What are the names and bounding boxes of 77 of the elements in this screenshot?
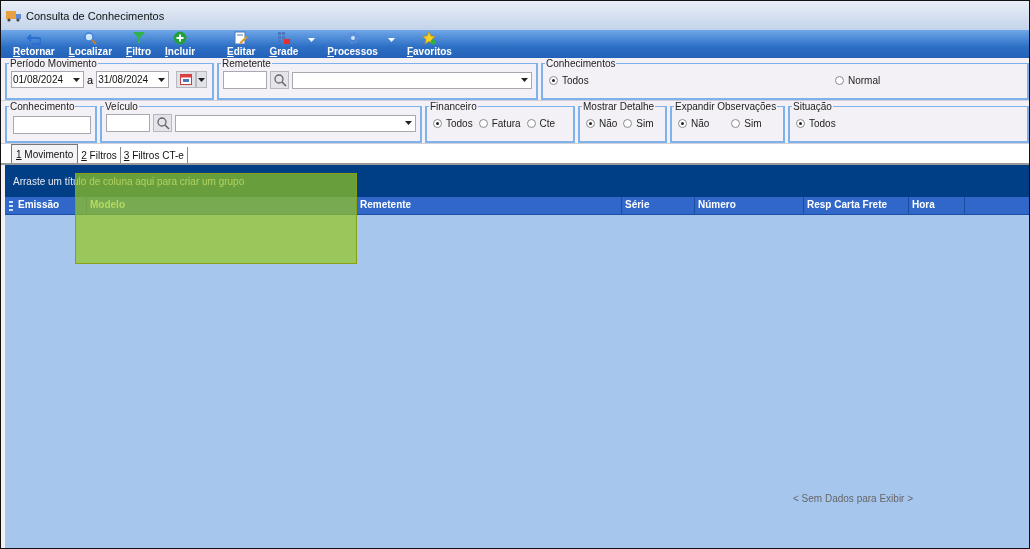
caret-icon bbox=[308, 38, 316, 42]
toolbar-button[interactable]: Processos bbox=[321, 30, 384, 58]
radio-circle[interactable] bbox=[433, 119, 442, 128]
radio-button[interactable]: Cte bbox=[526, 118, 556, 129]
group-label: Conhecimento bbox=[9, 101, 76, 112]
edit-icon bbox=[234, 31, 249, 45]
column-header[interactable]: Resp Carta Frete bbox=[804, 197, 909, 214]
radio-circle[interactable] bbox=[586, 119, 595, 128]
input-field[interactable] bbox=[106, 114, 150, 132]
tab[interactable]: 2 Filtros bbox=[78, 147, 121, 163]
radio-circle[interactable] bbox=[731, 119, 741, 128]
radio-circle[interactable] bbox=[678, 119, 687, 128]
toolbar-button[interactable]: Filtro bbox=[120, 30, 158, 58]
undo-arrow-icon bbox=[26, 31, 41, 45]
tab[interactable]: 1 Movimento bbox=[11, 144, 79, 163]
input-field[interactable] bbox=[223, 71, 267, 89]
truck-icon bbox=[6, 9, 22, 22]
radio-button[interactable]: Sim bbox=[623, 118, 654, 129]
combo-box[interactable] bbox=[292, 71, 532, 89]
radio-button[interactable]: Fatura bbox=[478, 118, 521, 129]
calendar-icon bbox=[180, 74, 193, 85]
toolbar-button[interactable]: Editar bbox=[221, 30, 262, 58]
radio-circle[interactable] bbox=[835, 76, 844, 85]
dropdown-button[interactable] bbox=[196, 71, 208, 88]
group-label: Situação bbox=[792, 101, 833, 112]
column-header[interactable]: Série bbox=[622, 197, 695, 214]
grip-icon bbox=[8, 200, 14, 211]
group-label: Financeiro bbox=[429, 101, 478, 112]
window-title: Consulta de Conhecimentos bbox=[26, 9, 165, 22]
search-icon bbox=[272, 73, 287, 87]
column-header[interactable]: Número bbox=[695, 197, 804, 214]
radio-circle[interactable] bbox=[549, 76, 558, 85]
input-field[interactable] bbox=[13, 116, 91, 134]
radio-button[interactable]: Todos bbox=[433, 118, 473, 129]
caret-icon bbox=[405, 121, 412, 125]
grid-icon bbox=[276, 31, 291, 45]
radio-button[interactable]: Normal bbox=[835, 75, 881, 86]
radio-circle[interactable] bbox=[623, 119, 633, 128]
empty-message: < Sem Dados para Exibir > bbox=[793, 493, 914, 504]
radio-button[interactable]: Sim bbox=[731, 118, 762, 129]
gear-icon bbox=[345, 31, 360, 45]
radio-button[interactable]: Não bbox=[678, 118, 710, 129]
combo-box[interactable] bbox=[175, 114, 416, 132]
combo-box[interactable]: 31/08/2024 bbox=[96, 71, 170, 88]
caret-icon bbox=[198, 77, 206, 82]
group-label: Mostrar Detalhe bbox=[582, 101, 656, 112]
toolbar-button[interactable]: Favoritos bbox=[400, 30, 458, 58]
group-label: Expandir Observações bbox=[674, 101, 778, 112]
plus-circle-icon bbox=[173, 31, 188, 45]
radio-circle[interactable] bbox=[526, 119, 536, 128]
caret-icon bbox=[521, 78, 528, 82]
caret-icon bbox=[387, 38, 395, 42]
toolbar-button[interactable]: Incluir bbox=[159, 30, 202, 58]
radio-button[interactable]: Não bbox=[586, 118, 618, 129]
radio-button[interactable]: Todos bbox=[796, 118, 836, 129]
radio-circle[interactable] bbox=[796, 119, 805, 128]
radio-button[interactable]: Todos bbox=[549, 75, 835, 86]
tab[interactable]: 3 Filtros CT-e bbox=[120, 147, 188, 163]
combo-box[interactable]: 01/08/2024 bbox=[11, 71, 84, 88]
separator-text: a bbox=[87, 73, 94, 86]
search-icon bbox=[83, 31, 98, 45]
calendar-button[interactable] bbox=[176, 71, 197, 88]
star-icon bbox=[422, 31, 437, 45]
toolbar-button[interactable]: Retornar bbox=[7, 30, 61, 58]
search-icon bbox=[155, 116, 170, 130]
group-label: Remetente bbox=[221, 58, 272, 69]
toolbar-button[interactable]: Grade bbox=[263, 30, 305, 58]
search-button[interactable] bbox=[153, 114, 172, 132]
search-button[interactable] bbox=[270, 71, 289, 89]
toolbar-button[interactable]: Localizar bbox=[62, 30, 119, 58]
group-label: Conhecimentos bbox=[545, 58, 617, 69]
radio-circle[interactable] bbox=[478, 119, 488, 128]
column-header[interactable]: Hora bbox=[909, 197, 965, 214]
group-label: Veículo bbox=[104, 101, 139, 112]
caret-icon bbox=[73, 77, 80, 82]
caret-icon bbox=[158, 77, 166, 82]
group-label: Período Movimento bbox=[9, 58, 98, 69]
